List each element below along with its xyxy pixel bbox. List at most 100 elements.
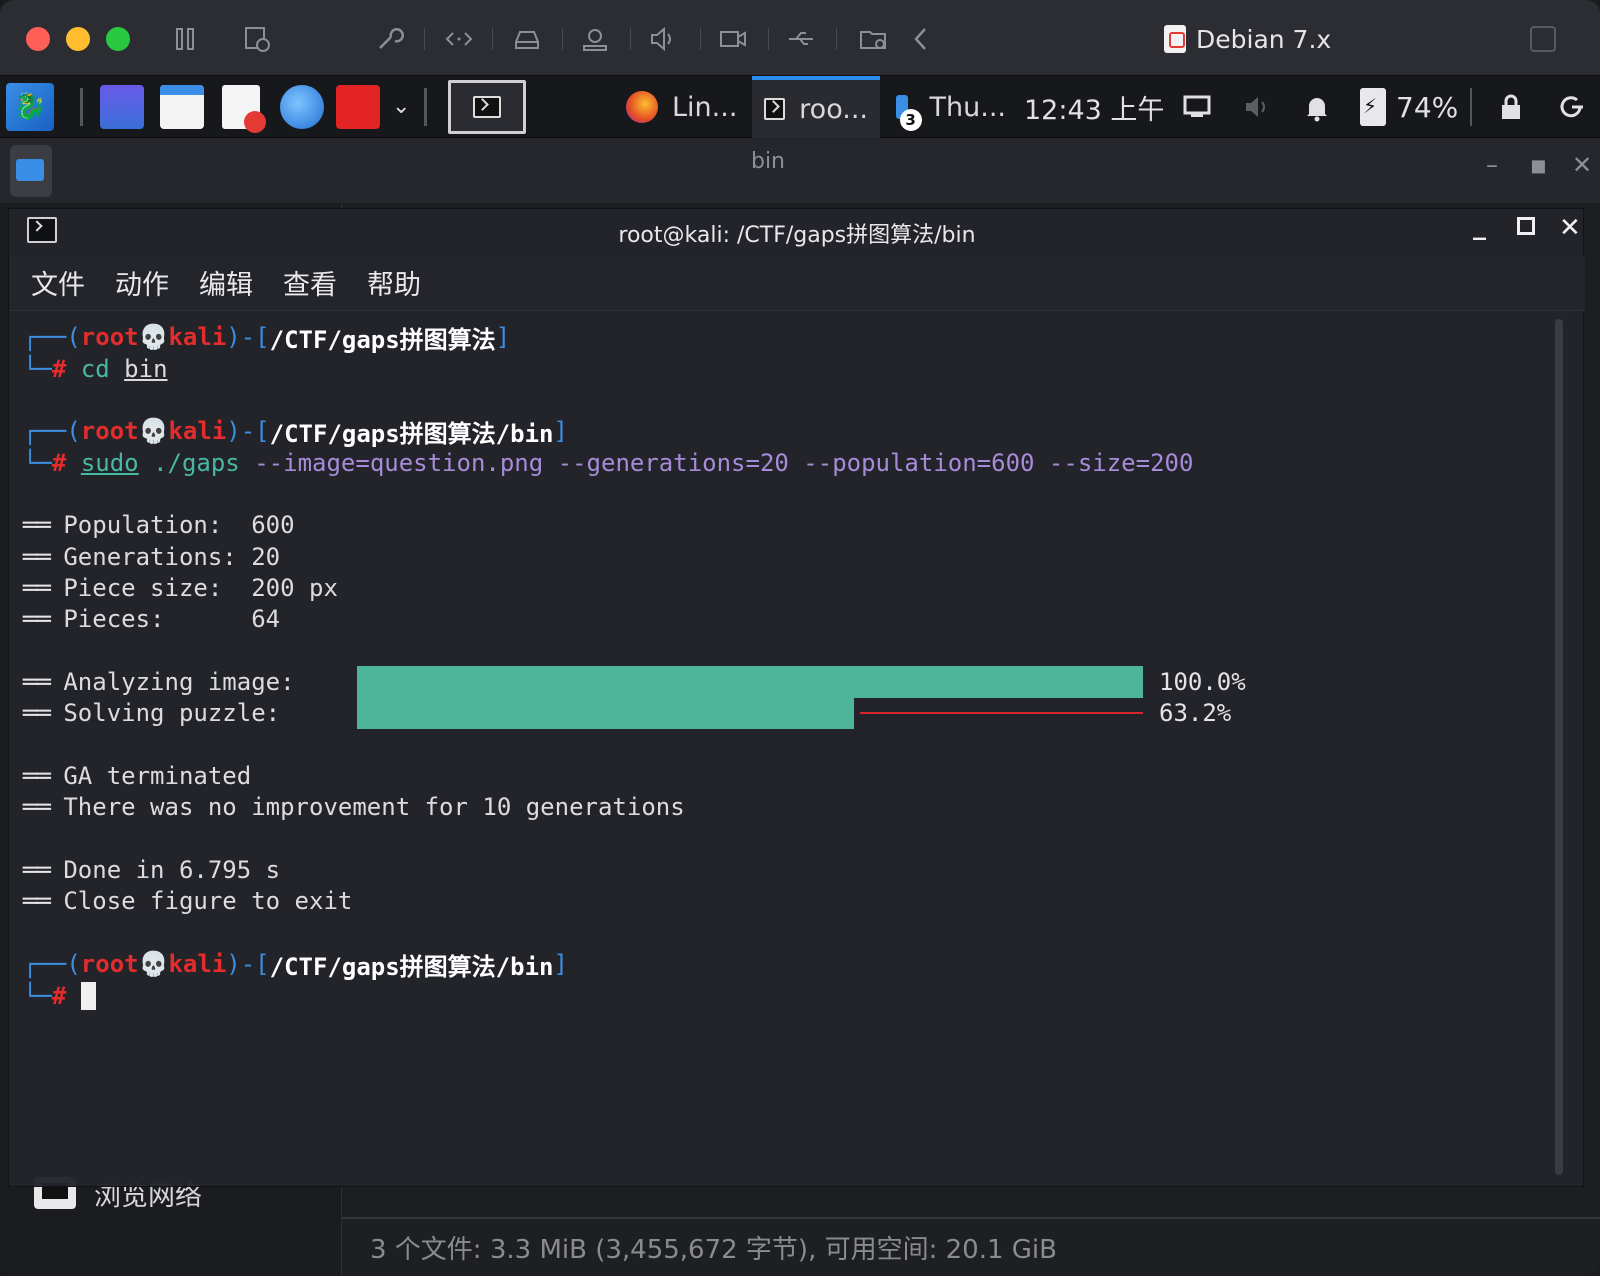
camera-icon[interactable]: [578, 22, 612, 56]
workspace-switcher[interactable]: [448, 80, 526, 134]
command-args: --image=question.png --generations=20 --…: [254, 449, 1194, 477]
output-line: ══ There was no improvement for 10 gener…: [23, 793, 685, 821]
wrench-icon[interactable]: [372, 22, 406, 56]
folder-icon: 3: [896, 95, 922, 131]
progress-bar-solving: [357, 697, 1143, 729]
progress-label-line: ══ Solving puzzle:: [23, 699, 295, 727]
terminal-output[interactable]: ┌──(root 💀 kali)-[/CTF/gaps拼图算法] └─ # cd bi…: [9, 313, 1569, 1185]
progress-bar-analyzing: [357, 666, 1143, 698]
command-name: cd: [80, 355, 110, 383]
task-firefox[interactable]: Lin...: [614, 76, 750, 138]
menu-view[interactable]: 查看: [283, 263, 337, 302]
refresh-icon[interactable]: [1554, 90, 1588, 124]
text-cursor: [80, 982, 96, 1010]
prompt-path: /CTF/gaps拼图算法/bin: [269, 952, 554, 981]
fm-close-icon[interactable]: ✕: [1572, 151, 1592, 179]
task-file-manager[interactable]: 3 Thu...: [884, 76, 1018, 138]
progress-percent: 63.2%: [1159, 699, 1232, 727]
code-icon[interactable]: [442, 22, 476, 56]
task-terminal[interactable]: roo...: [752, 76, 880, 138]
fm-maximize-icon[interactable]: ◼: [1530, 153, 1547, 177]
info-line: ══ Piece size: 200 px: [23, 574, 338, 602]
terminal-icon: [764, 98, 786, 120]
clock[interactable]: 12:43 上午: [1024, 76, 1164, 138]
notification-bell-icon[interactable]: [1300, 90, 1334, 124]
output-line: ══ Done in 6.795 s: [23, 856, 281, 884]
chevron-down-icon[interactable]: ⌄: [392, 94, 410, 119]
web-browser-launcher-icon[interactable]: [280, 85, 324, 129]
terminal-title: root@kali: /CTF/gaps拼图算法/bin: [618, 223, 976, 248]
vm-title: Debian 7.x: [1164, 22, 1331, 56]
terminal-close-icon[interactable]: ✕: [1559, 213, 1581, 243]
kali-menu-icon[interactable]: 🐉: [6, 83, 54, 131]
prompt-path: /CTF/gaps拼图算法: [269, 325, 496, 354]
command-name: sudo: [80, 449, 139, 477]
terminal-scrollbar[interactable]: [1555, 319, 1563, 1175]
terminal-launcher-icon[interactable]: [336, 85, 380, 129]
command-line: └─ # cd bin: [23, 355, 168, 383]
prompt-line: ┌──(root 💀 kali)-[/CTF/gaps拼图算法/bin]: [23, 948, 568, 981]
snapshot-icon[interactable]: [240, 22, 274, 56]
command-arg: bin: [124, 355, 168, 383]
video-icon[interactable]: [716, 22, 750, 56]
minimize-window-button[interactable]: [66, 27, 90, 51]
command-line: └─ #: [23, 980, 96, 1012]
prompt-user: root: [80, 417, 139, 445]
terminal-maximize-icon[interactable]: [1517, 217, 1535, 235]
file-manager-launcher-icon[interactable]: [160, 85, 204, 129]
restore-icon[interactable]: [1530, 26, 1556, 52]
vm-window: Debian 7.x 🐉 ⌄ Lin... roo... 3 Thu... 12…: [0, 0, 1600, 1276]
info-key: Pieces:: [63, 605, 252, 633]
chevron-left-icon[interactable]: [904, 22, 938, 56]
task-label: Thu...: [929, 91, 1006, 123]
pause-icon[interactable]: [168, 22, 202, 56]
menu-edit[interactable]: 编辑: [199, 263, 253, 302]
progress-fill: [357, 666, 1143, 698]
output-line: ══ GA terminated: [23, 762, 252, 790]
info-key: Population:: [63, 511, 252, 539]
progress-remaining: [860, 712, 1143, 714]
display-icon[interactable]: [1180, 90, 1214, 124]
info-value: 600: [251, 511, 295, 539]
prompt-path: /CTF/gaps拼图算法/bin: [269, 419, 554, 448]
close-window-button[interactable]: [26, 27, 50, 51]
fm-minimize-icon[interactable]: –: [1486, 151, 1498, 179]
shared-folder-icon[interactable]: [856, 22, 890, 56]
output-line: ══ Close figure to exit: [23, 887, 353, 915]
command-line: └─ # sudo ./gaps --image=question.png --g…: [23, 449, 1194, 477]
command-exe: ./gaps: [153, 449, 240, 477]
info-value: 20: [251, 543, 281, 571]
menu-actions[interactable]: 动作: [115, 263, 169, 302]
firefox-icon: [626, 91, 658, 123]
text-editor-launcher-icon[interactable]: [222, 85, 266, 133]
prompt-user: root: [80, 323, 139, 351]
output-text: There was no improvement for 10 generati…: [63, 793, 685, 821]
terminal-titlebar: root@kali: /CTF/gaps拼图算法/bin _ ✕: [9, 209, 1585, 253]
output-text: Close figure to exit: [63, 887, 353, 915]
speaker-icon[interactable]: [646, 22, 680, 56]
top-panel: 🐉 ⌄ Lin... roo... 3 Thu... 12:43 上午 ⚡ 74…: [0, 76, 1600, 138]
volume-icon[interactable]: [1240, 90, 1274, 124]
lock-icon[interactable]: [1494, 90, 1528, 124]
menu-file[interactable]: 文件: [31, 263, 85, 302]
zoom-window-button[interactable]: [106, 27, 130, 51]
task-label: roo...: [799, 93, 868, 125]
progress-fill: [357, 697, 854, 729]
prompt-host: kali: [168, 417, 227, 445]
info-line: ══ Generations: 20: [23, 543, 281, 571]
file-manager-statusbar: 3 个文件: 3.3 MiB (3,455,672 字节), 可用空间: 20.…: [342, 1217, 1600, 1276]
menu-help[interactable]: 帮助: [367, 263, 421, 302]
progress-percent: 100.0%: [1159, 668, 1246, 696]
progress-label: Analyzing image:: [63, 668, 295, 696]
progress-label-line: ══ Analyzing image:: [23, 668, 295, 696]
usb-icon[interactable]: [784, 22, 818, 56]
prompt-line: ┌──(root 💀 kali)-[/CTF/gaps拼图算法/bin]: [23, 415, 568, 448]
disk-icon[interactable]: [510, 22, 544, 56]
prompt-host: kali: [168, 323, 227, 351]
output-text: Done in 6.795 s: [63, 856, 281, 884]
info-key: Piece size:: [63, 574, 252, 602]
battery-icon[interactable]: [1360, 88, 1386, 126]
show-desktop-icon[interactable]: [100, 85, 144, 129]
terminal-minimize-icon[interactable]: _: [1473, 211, 1486, 241]
window-count-badge: 3: [899, 109, 922, 131]
